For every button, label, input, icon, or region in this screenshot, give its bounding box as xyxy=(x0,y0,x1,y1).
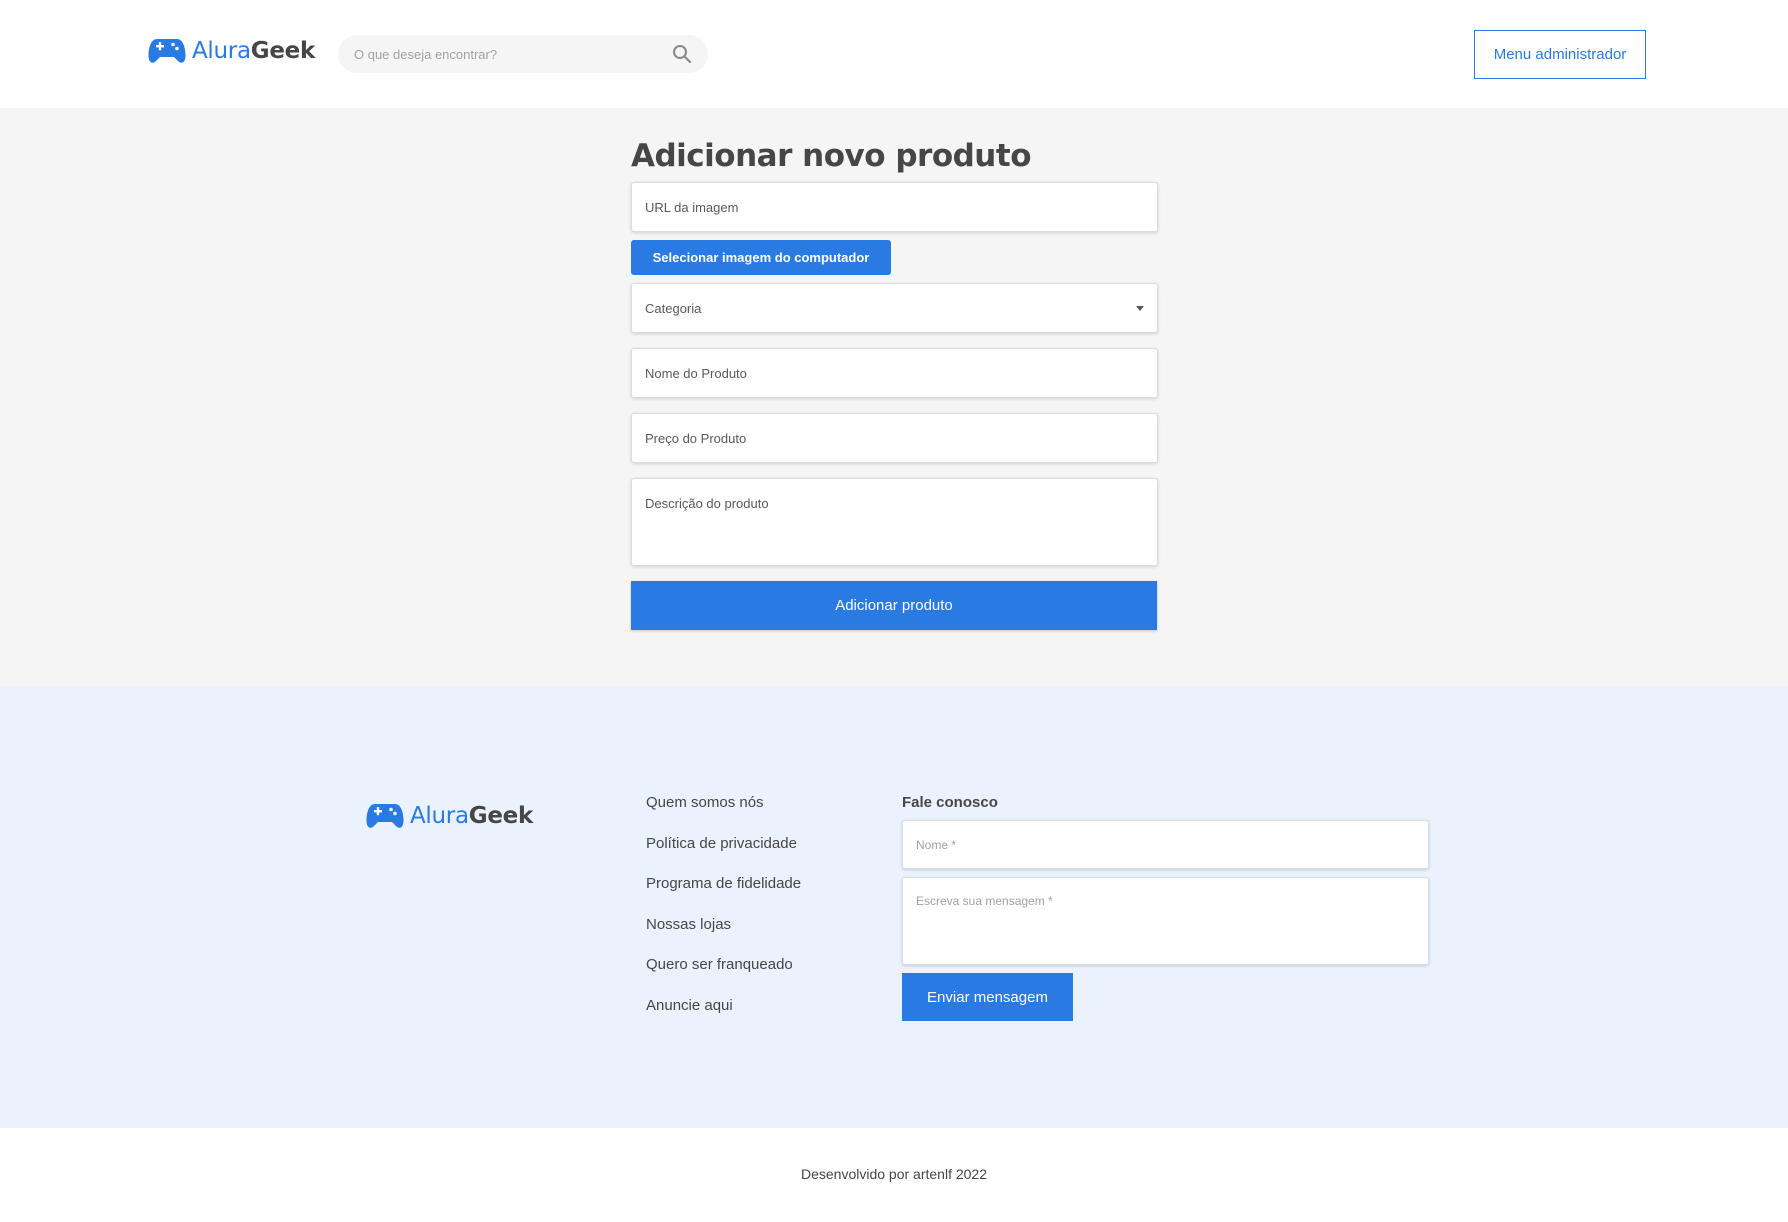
footer-link-franchise[interactable]: Quero ser franqueado xyxy=(646,956,801,997)
product-name-field[interactable] xyxy=(631,348,1158,398)
image-url-field[interactable] xyxy=(631,182,1158,232)
select-image-button[interactable]: Selecionar imagem do computador xyxy=(631,240,891,275)
contact-name-field[interactable] xyxy=(902,820,1429,869)
footer-link-privacy[interactable]: Política de privacidade xyxy=(646,835,801,876)
product-description-input[interactable] xyxy=(645,496,1144,556)
credits-bar: Desenvolvido por artenlf 2022 xyxy=(0,1128,1788,1222)
site-header: AluraGeek Menu administrador xyxy=(0,0,1788,108)
category-select[interactable]: Categoria xyxy=(631,283,1158,333)
search-input[interactable] xyxy=(354,46,672,62)
credits-text: Desenvolvido por artenlf 2022 xyxy=(800,1166,987,1182)
site-footer: AluraGeek Quem somos nós Política de pri… xyxy=(0,686,1788,1128)
send-message-button[interactable]: Enviar mensagem xyxy=(902,973,1073,1021)
search-icon[interactable] xyxy=(672,44,692,64)
admin-menu-button[interactable]: Menu administrador xyxy=(1474,30,1646,79)
page-title: Adicionar novo produto xyxy=(631,138,1032,174)
category-select-label: Categoria xyxy=(645,300,702,316)
product-name-input[interactable] xyxy=(645,365,1144,381)
footer-link-stores[interactable]: Nossas lojas xyxy=(646,916,801,957)
footer-link-about[interactable]: Quem somos nós xyxy=(646,794,801,835)
footer-link-loyalty[interactable]: Programa de fidelidade xyxy=(646,875,801,916)
footer-logo[interactable]: AluraGeek xyxy=(366,802,533,830)
contact-heading: Fale conosco xyxy=(902,794,998,811)
contact-form: Fale conosco Enviar mensagem xyxy=(902,794,1429,1021)
contact-message-field[interactable] xyxy=(902,877,1429,965)
caret-down-icon xyxy=(1136,305,1144,311)
product-price-field[interactable] xyxy=(631,413,1158,463)
contact-message-input[interactable] xyxy=(916,894,1415,954)
search-bar xyxy=(338,35,708,73)
contact-name-input[interactable] xyxy=(916,837,1415,852)
gamepad-icon xyxy=(148,39,186,63)
footer-links: Quem somos nós Política de privacidade P… xyxy=(646,794,801,1037)
add-product-button[interactable]: Adicionar produto xyxy=(631,581,1157,630)
footer-link-advertise[interactable]: Anuncie aqui xyxy=(646,997,801,1038)
main-content: Adicionar novo produto Selecionar imagem… xyxy=(0,108,1788,686)
product-price-input[interactable] xyxy=(645,430,1144,446)
brand-name: AluraGeek xyxy=(410,803,533,829)
gamepad-icon xyxy=(366,804,404,828)
brand-name: AluraGeek xyxy=(192,38,315,64)
add-product-form: Adicionar novo produto Selecionar imagem… xyxy=(631,138,1158,630)
image-url-input[interactable] xyxy=(645,199,1144,215)
product-description-field[interactable] xyxy=(631,478,1158,566)
header-logo[interactable]: AluraGeek xyxy=(148,37,315,65)
